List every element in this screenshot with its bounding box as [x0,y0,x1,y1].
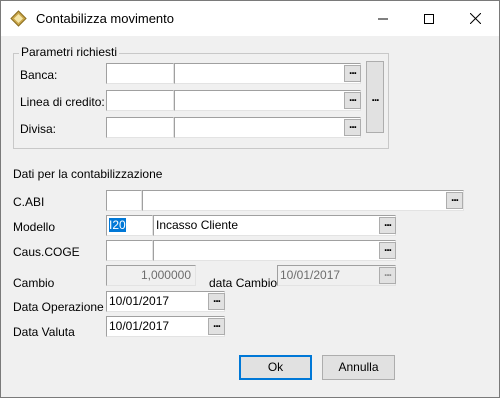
divisa-description-field[interactable] [174,117,361,138]
data-valuta-label: Data Valuta [13,325,75,339]
linea-credito-browse-button[interactable]: ... [344,91,361,109]
parametri-richiesti-legend: Parametri richiesti [19,45,120,59]
divisa-browse-button[interactable]: ... [344,118,361,136]
close-icon [469,13,481,24]
parametri-browse-all-button[interactable]: ... [366,61,384,133]
cambio-label: Cambio [13,276,55,290]
modello-browse-button[interactable]: ... [379,216,396,234]
modello-label: Modello [13,220,56,234]
cabi-code-field[interactable] [106,190,142,211]
minimize-icon [378,18,388,19]
data-operazione-calendar-button[interactable]: ... [208,292,225,310]
caus-coge-description-field[interactable] [153,240,396,261]
minimize-button[interactable] [360,1,406,36]
data-valuta-calendar-button[interactable]: ... [208,317,225,335]
linea-credito-code-field[interactable] [106,90,174,111]
cambio-field[interactable]: 1,000000 [106,265,196,286]
close-button[interactable] [452,1,498,36]
modello-description-field[interactable]: Incasso Cliente [153,215,396,236]
banca-code-field[interactable] [106,63,174,84]
maximize-button[interactable] [406,1,452,36]
window-title: Contabilizza movimento [36,11,175,26]
banca-label: Banca: [20,68,58,82]
caus-coge-browse-button[interactable]: ... [379,241,396,259]
ok-button[interactable]: Ok [239,355,312,380]
banca-browse-button[interactable]: ... [344,64,361,82]
modello-code-value: I20 [109,218,126,232]
caus-coge-code-field[interactable] [106,240,153,261]
maximize-icon [424,13,434,24]
dialog-window: Contabilizza movimento Parametri richies… [0,0,500,398]
caus-coge-label: Caus.COGE [13,245,80,259]
contabilizza-app-icon [10,10,27,27]
linea-credito-description-field[interactable] [174,90,361,111]
data-cambio-calendar-button[interactable]: ... [379,266,396,284]
divisa-code-field[interactable] [106,117,174,138]
divisa-label: Divisa: [20,122,57,136]
contabilizzazione-heading: Dati per la contabilizzazione [13,167,163,181]
cabi-description-field[interactable] [142,190,464,211]
linea-credito-label: Linea di credito: [20,95,105,109]
modello-code-field[interactable]: I20 [106,215,153,236]
data-cambio-label: data Cambio [209,276,278,290]
banca-description-field[interactable] [174,63,361,84]
title-bar[interactable]: Contabilizza movimento [1,1,499,36]
data-operazione-label: Data Operazione [13,300,104,314]
annulla-button[interactable]: Annulla [322,355,395,380]
cabi-browse-button[interactable]: ... [446,191,463,209]
cabi-label: C.ABI [13,195,45,209]
